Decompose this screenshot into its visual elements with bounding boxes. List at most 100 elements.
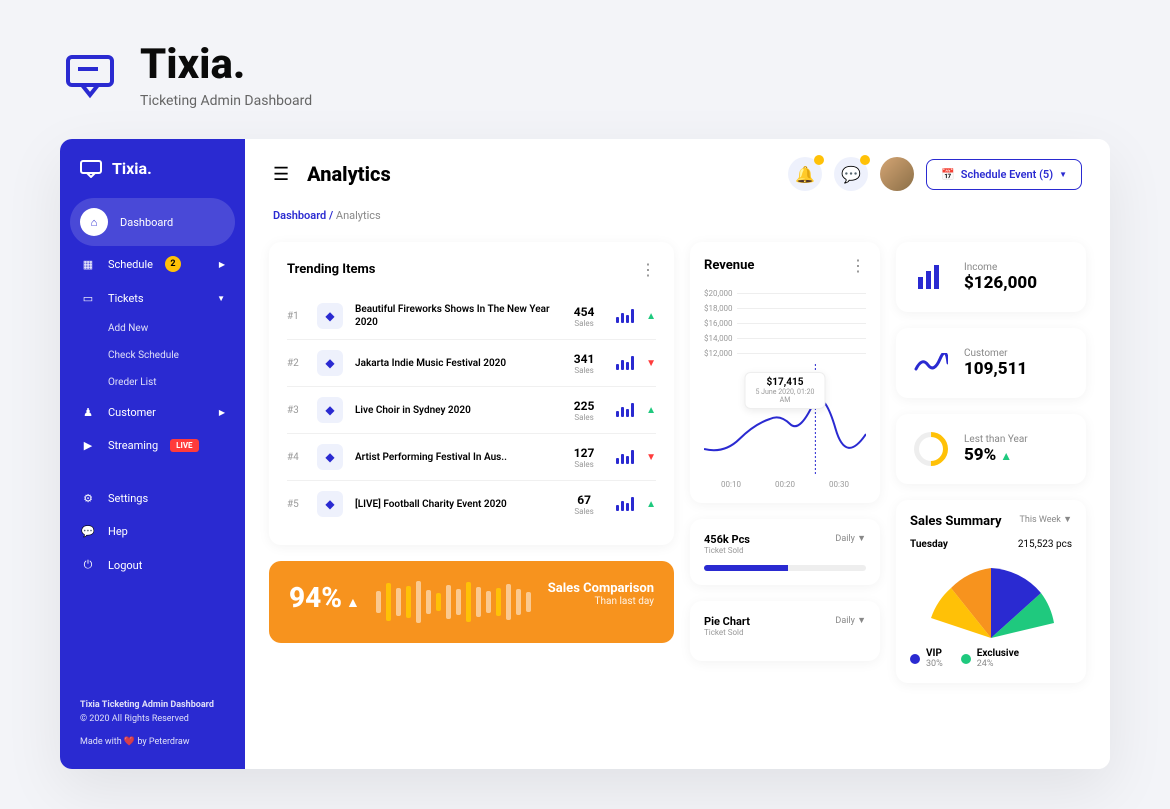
- nav-label: Streaming: [108, 439, 158, 452]
- table-row[interactable]: #5 ◆ [LIVE] Football Charity Event 2020 …: [287, 481, 656, 527]
- sub-add-new[interactable]: Add New: [60, 315, 245, 342]
- schedule-event-button[interactable]: 📅 Schedule Event (5) ▼: [926, 159, 1082, 190]
- pie-chart: [926, 558, 1056, 638]
- home-icon: ⌂: [80, 208, 108, 236]
- breadcrumb: Dashboard / Analytics: [245, 209, 1110, 232]
- messages-button[interactable]: 💬: [834, 157, 868, 191]
- comparison-sub: Than last day: [548, 596, 654, 607]
- ticket-icon: ▭: [80, 292, 96, 305]
- sparkline: [616, 497, 634, 511]
- sub-order-list[interactable]: Oreder List: [60, 369, 245, 396]
- ticket-icon: ◆: [317, 397, 343, 423]
- stat-value: $126,000: [964, 273, 1037, 293]
- nav-label: Customer: [108, 406, 156, 419]
- card-title: Sales Summary: [910, 514, 1002, 529]
- ticket-icon: [80, 160, 102, 178]
- more-icon[interactable]: ⋮: [640, 260, 656, 279]
- sparkline: [616, 450, 634, 464]
- brand-name: Tixia.: [140, 40, 312, 89]
- ticket-sold-card: 456k Pcs Ticket Sold Daily ▼: [690, 519, 880, 585]
- sales-count: 67Sales: [564, 493, 604, 516]
- nav-streaming[interactable]: ▶ Streaming LIVE: [60, 429, 245, 462]
- nav-label: Dashboard: [120, 216, 173, 229]
- summary-amount: 215,523 pcs: [1018, 539, 1072, 550]
- ticket-icon: ◆: [317, 350, 343, 376]
- progress-bar: [704, 565, 866, 571]
- trend-down-icon: ▼: [646, 358, 656, 369]
- comparison-title: Sales Comparison: [548, 581, 654, 596]
- ticket-title: 456k Pcs: [704, 533, 750, 546]
- caret-up-icon: ▲: [346, 595, 360, 611]
- trending-card: Trending Items ⋮ #1 ◆ Beautiful Firework…: [269, 242, 674, 545]
- ticket-icon: ◆: [317, 491, 343, 517]
- notifications-button[interactable]: 🔔: [788, 157, 822, 191]
- item-title: Artist Performing Festival In Aus..: [355, 451, 552, 464]
- avatar[interactable]: [880, 157, 914, 191]
- sub-check-schedule[interactable]: Check Schedule: [60, 342, 245, 369]
- item-title: Live Choir in Sydney 2020: [355, 404, 552, 417]
- wave-icon: [912, 344, 950, 382]
- period-select[interactable]: Daily ▼: [835, 533, 866, 544]
- stat-value: 109,511: [964, 359, 1027, 379]
- summary-day: Tuesday: [910, 539, 948, 550]
- nav-dashboard[interactable]: ⌂ Dashboard: [70, 198, 235, 246]
- item-title: [LIVE] Football Charity Event 2020: [355, 498, 552, 511]
- nav-logout[interactable]: ⏻ Logout: [60, 548, 245, 582]
- revenue-tooltip: $17,415 5 June 2020, 01:20 AM: [745, 372, 826, 409]
- revenue-chart: $17,415 5 June 2020, 01:20 AM: [704, 364, 866, 474]
- nav-tickets[interactable]: ▭ Tickets ▼: [60, 282, 245, 315]
- legend-dot: [910, 654, 920, 664]
- sales-count: 454Sales: [564, 305, 604, 328]
- gear-icon: ⚙: [80, 492, 96, 505]
- sidebar-logo[interactable]: Tixia.: [60, 159, 245, 198]
- trend-up-icon: ▲: [646, 499, 656, 510]
- table-row[interactable]: #3 ◆ Live Choir in Sydney 2020 225Sales …: [287, 387, 656, 434]
- stat-label: Customer: [964, 348, 1027, 359]
- income-card: Income $126,000: [896, 242, 1086, 312]
- trend-down-icon: ▼: [646, 452, 656, 463]
- nav-help[interactable]: 💬 Hep: [60, 515, 245, 548]
- sparkline: [616, 309, 634, 323]
- nav-settings[interactable]: ⚙ Settings: [60, 482, 245, 515]
- comparison-card: 94% ▲ Sales Comparison Than last day: [269, 561, 674, 643]
- bars-icon: [912, 258, 950, 296]
- sparkline: [616, 403, 634, 417]
- nav-label: Settings: [108, 492, 148, 505]
- stat-label: Income: [964, 262, 1037, 273]
- more-icon[interactable]: ⋮: [850, 256, 866, 275]
- breadcrumb-root[interactable]: Dashboard /: [273, 209, 333, 222]
- bell-icon: 🔔: [795, 165, 815, 184]
- revenue-card: Revenue ⋮ $20,000 $18,000 $16,000 $14,00…: [690, 242, 880, 503]
- page-title: Analytics: [307, 162, 391, 186]
- nav-schedule[interactable]: ▦ Schedule 2 ▶: [60, 246, 245, 282]
- comparison-bars: [376, 581, 532, 623]
- topbar: ☰ Analytics 🔔 💬 📅 Schedule Event (5) ▼: [245, 139, 1110, 209]
- table-row[interactable]: #1 ◆ Beautiful Fireworks Shows In The Ne…: [287, 293, 656, 340]
- period-select[interactable]: This Week ▼: [1020, 514, 1073, 525]
- customer-card: Customer 109,511: [896, 328, 1086, 398]
- sales-count: 341Sales: [564, 352, 604, 375]
- chevron-down-icon: ▼: [217, 294, 225, 303]
- caret-up-icon: ▲: [1000, 449, 1012, 463]
- rank: #4: [287, 452, 305, 463]
- period-select[interactable]: Daily ▼: [835, 615, 866, 626]
- card-title: Revenue: [704, 258, 754, 273]
- chat-icon: 💬: [841, 165, 861, 184]
- menu-toggle-icon[interactable]: ☰: [273, 164, 289, 185]
- pie-chart-card: Pie Chart Ticket Sold Daily ▼: [690, 601, 880, 661]
- power-icon: ⏻: [80, 558, 96, 572]
- pie-sub: Ticket Sold: [704, 628, 750, 637]
- rank: #5: [287, 499, 305, 510]
- comparison-pct: 94%: [289, 581, 342, 614]
- user-icon: ♟: [80, 406, 96, 419]
- sidebar: Tixia. ⌂ Dashboard ▦ Schedule 2 ▶ ▭ Tick…: [60, 139, 245, 769]
- nav-customer[interactable]: ♟ Customer ▶: [60, 396, 245, 429]
- pie-title: Pie Chart: [704, 615, 750, 628]
- nav-label: Hep: [108, 525, 128, 538]
- stat-label: Lest than Year: [964, 434, 1028, 445]
- calendar-icon: ▦: [80, 258, 96, 271]
- table-row[interactable]: #2 ◆ Jakarta Indie Music Festival 2020 3…: [287, 340, 656, 387]
- table-row[interactable]: #4 ◆ Artist Performing Festival In Aus..…: [287, 434, 656, 481]
- chevron-down-icon: ▼: [1059, 170, 1067, 179]
- legend-dot: [961, 654, 971, 664]
